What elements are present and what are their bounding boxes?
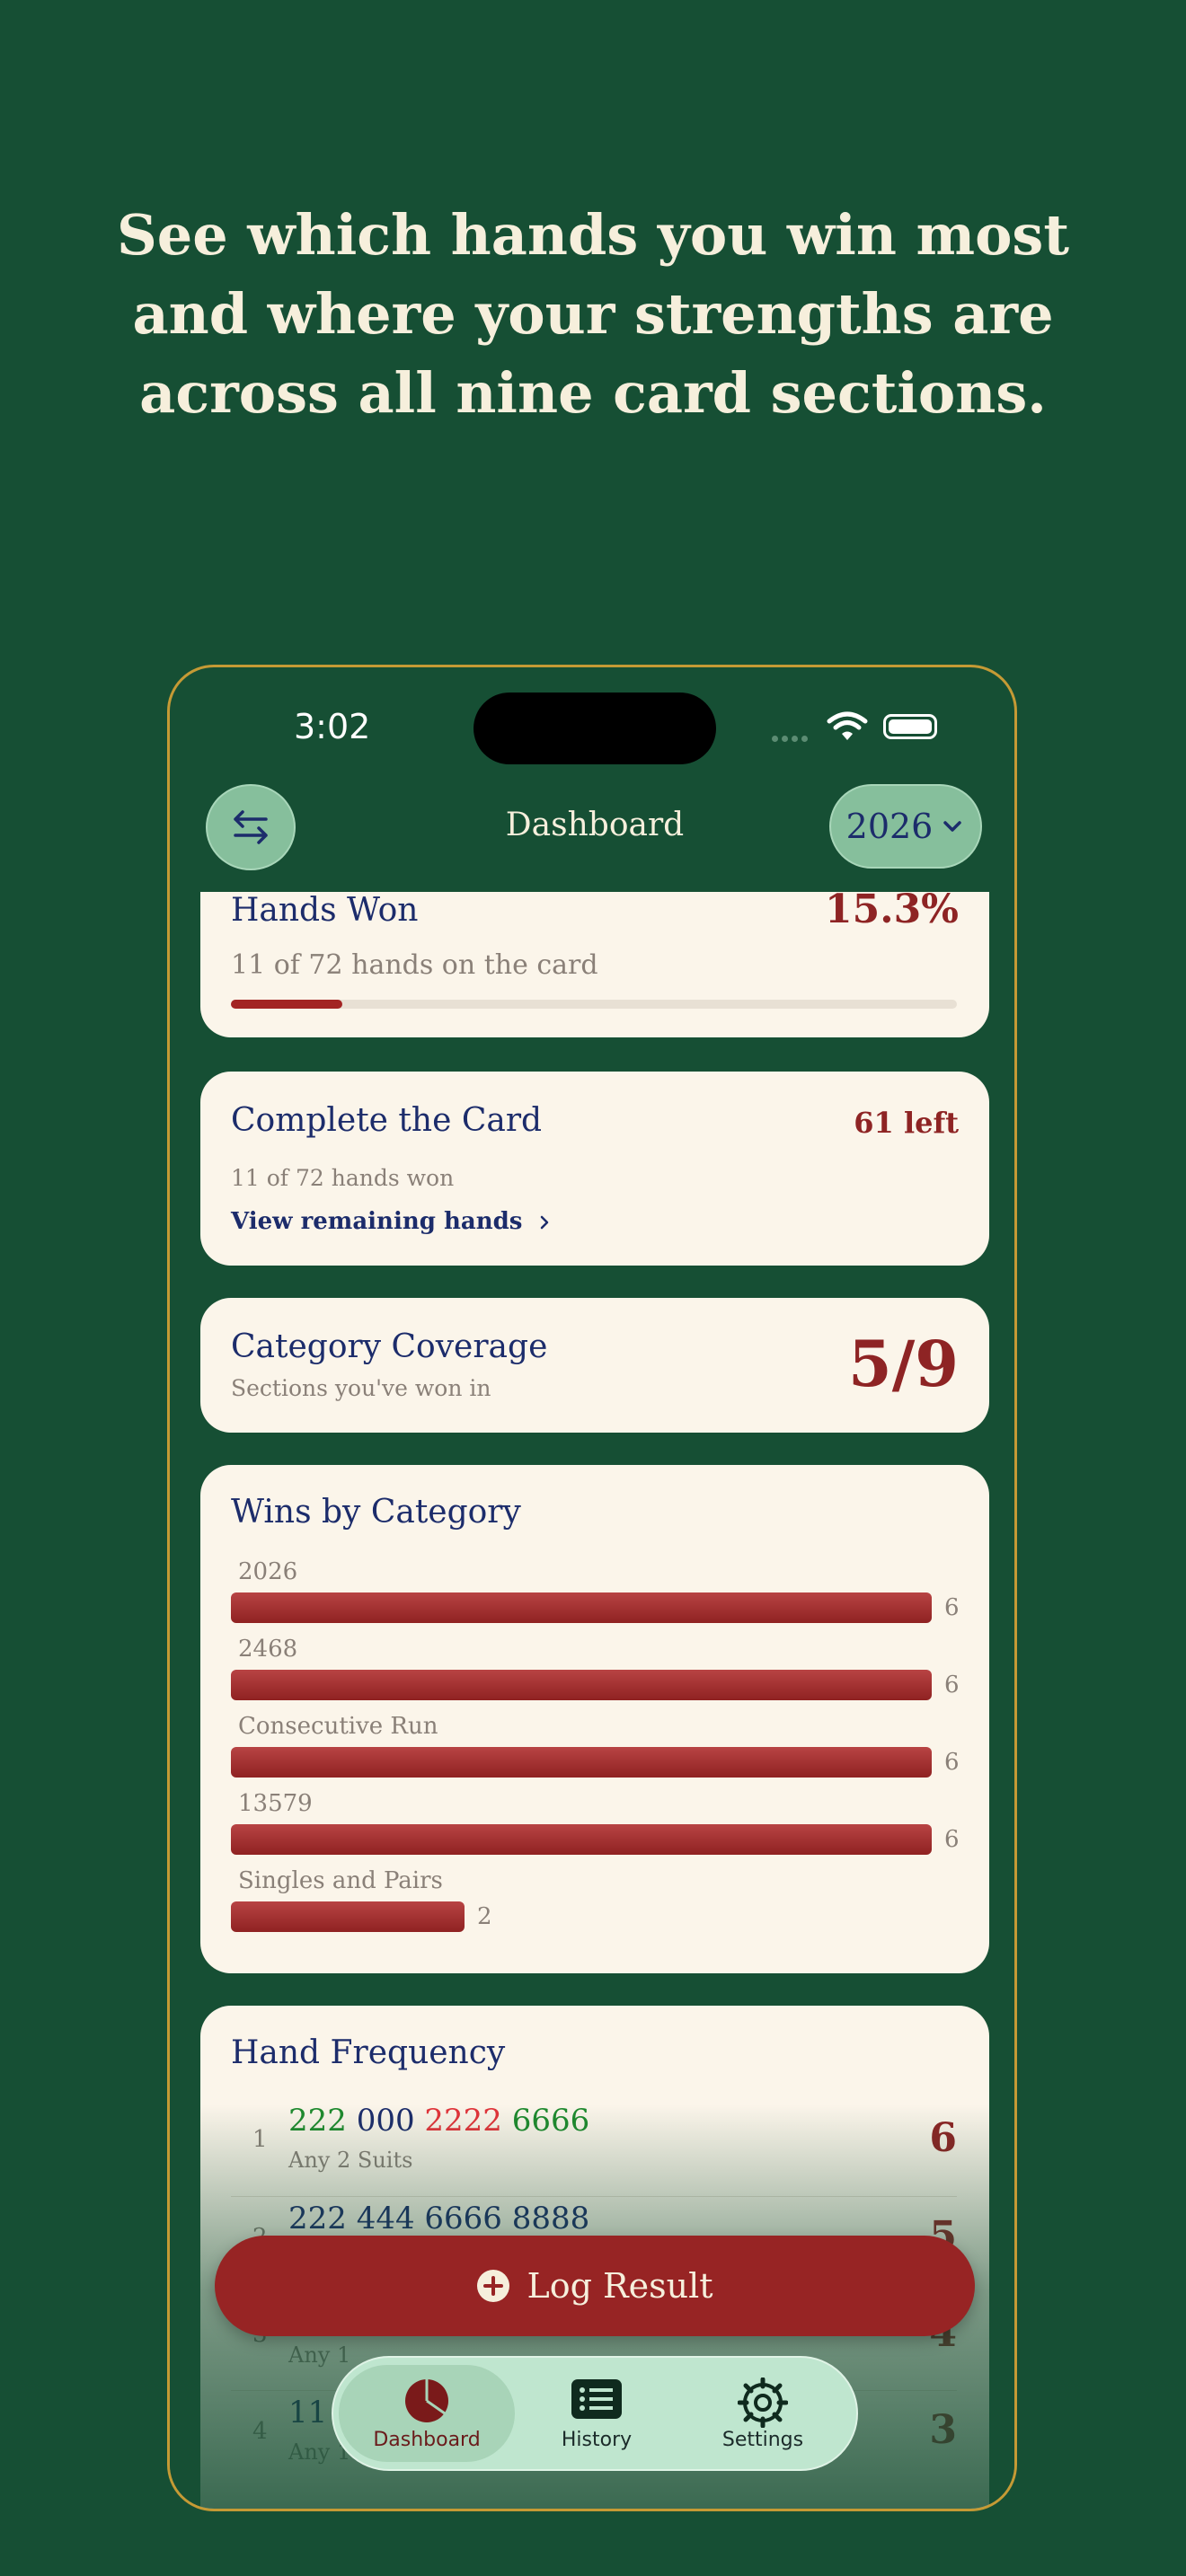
category-bar-track: 6: [231, 1747, 960, 1778]
category-bar-row: 2468 6: [231, 1636, 960, 1700]
category-bar-value: 6: [944, 1594, 960, 1621]
coverage-title: Category Coverage: [231, 1328, 548, 1365]
dynamic-island: [474, 693, 716, 764]
headline-line-1: See which hands you win most: [117, 202, 1069, 268]
tab-settings[interactable]: Settings: [675, 2365, 851, 2462]
category-bar-row: 13579 6: [231, 1790, 960, 1855]
list-icon: [571, 2379, 622, 2419]
category-bar-row: Singles and Pairs 2: [231, 1867, 957, 1932]
complete-subtitle: 11 of 72 hands won: [231, 1165, 455, 1191]
hand-frequency-title: Hand Frequency: [231, 2034, 506, 2071]
category-bar-row: Consecutive Run 6: [231, 1713, 960, 1778]
log-result-label: Log Result: [527, 2266, 713, 2306]
category-bar-value: 2: [477, 1903, 492, 1930]
cellular-signal-icon: [772, 728, 811, 745]
hands-won-card: Hands Won 15.3% 11 of 72 hands on the ca…: [200, 892, 989, 1037]
tab-bar: Dashboard History Settings: [332, 2356, 858, 2471]
view-remaining-label: View remaining hands: [231, 1208, 523, 1235]
coverage-value: 5/9: [848, 1327, 959, 1401]
year-selector[interactable]: 2026: [829, 784, 982, 869]
category-bar-track: 2: [231, 1901, 957, 1932]
headline-line-3: across all nine card sections.: [139, 360, 1047, 426]
year-value: 2026: [845, 807, 934, 846]
tab-settings-label: Settings: [721, 2429, 804, 2451]
wifi-icon: [827, 711, 868, 740]
category-bar-row: 2026 6: [231, 1558, 960, 1623]
category-bar-label: Consecutive Run: [238, 1713, 438, 1740]
coverage-subtitle: Sections you've won in: [231, 1375, 491, 1401]
hands-won-progress-fill: [231, 1000, 342, 1009]
pie-chart-icon: [405, 2379, 448, 2422]
status-time: 3:02: [294, 707, 371, 746]
category-bar-value: 6: [944, 1826, 960, 1853]
hands-won-progress-track: [231, 1000, 957, 1009]
category-bar: [231, 1592, 932, 1623]
plus-circle-icon: [477, 2270, 510, 2302]
category-bar: [231, 1824, 932, 1855]
tab-dashboard[interactable]: Dashboard: [339, 2365, 515, 2462]
category-bar: [231, 1901, 465, 1932]
tab-dashboard-label: Dashboard: [373, 2429, 481, 2451]
complete-title: Complete the Card: [231, 1102, 543, 1139]
view-remaining-link[interactable]: View remaining hands: [231, 1208, 553, 1235]
category-bar-label: Singles and Pairs: [238, 1867, 443, 1894]
wins-by-category-card: Wins by Category 2026 6 2468 6 Consecutive R…: [200, 1465, 989, 1973]
category-bar-track: 6: [231, 1670, 960, 1700]
hands-won-subtitle: 11 of 72 hands on the card: [231, 949, 598, 981]
battery-icon: [883, 714, 937, 739]
category-bar-track: 6: [231, 1592, 960, 1623]
headline: See which hands you win most and where y…: [0, 196, 1186, 433]
tab-history-label: History: [561, 2429, 633, 2451]
hands-won-percent: 15.3%: [825, 892, 959, 932]
chevron-down-icon: [943, 821, 962, 832]
category-bar-track: 6: [231, 1824, 960, 1855]
coverage-card: Category Coverage Sections you've won in…: [200, 1298, 989, 1433]
gear-icon: [738, 2378, 788, 2428]
category-bar-label: 13579: [238, 1790, 313, 1817]
wins-by-category-title: Wins by Category: [231, 1494, 521, 1531]
category-bar-label: 2026: [238, 1558, 298, 1585]
category-bar: [231, 1747, 932, 1778]
category-bar-value: 6: [944, 1672, 960, 1698]
hands-won-title: Hands Won: [231, 892, 419, 929]
chevron-right-icon: [540, 1215, 548, 1230]
hands-left-count: 61 left: [854, 1106, 959, 1140]
category-bar-label: 2468: [238, 1636, 298, 1663]
phone-frame: 3:02 Dashboard 2026 Hands Won 15.3% 11 o…: [167, 665, 1017, 2511]
tab-history[interactable]: History: [509, 2365, 685, 2462]
category-bar: [231, 1670, 932, 1700]
headline-line-2: and where your strengths are: [132, 281, 1054, 347]
category-bar-value: 6: [944, 1749, 960, 1776]
complete-card: Complete the Card 61 left 11 of 72 hands…: [200, 1072, 989, 1266]
log-result-button[interactable]: Log Result: [215, 2236, 975, 2336]
